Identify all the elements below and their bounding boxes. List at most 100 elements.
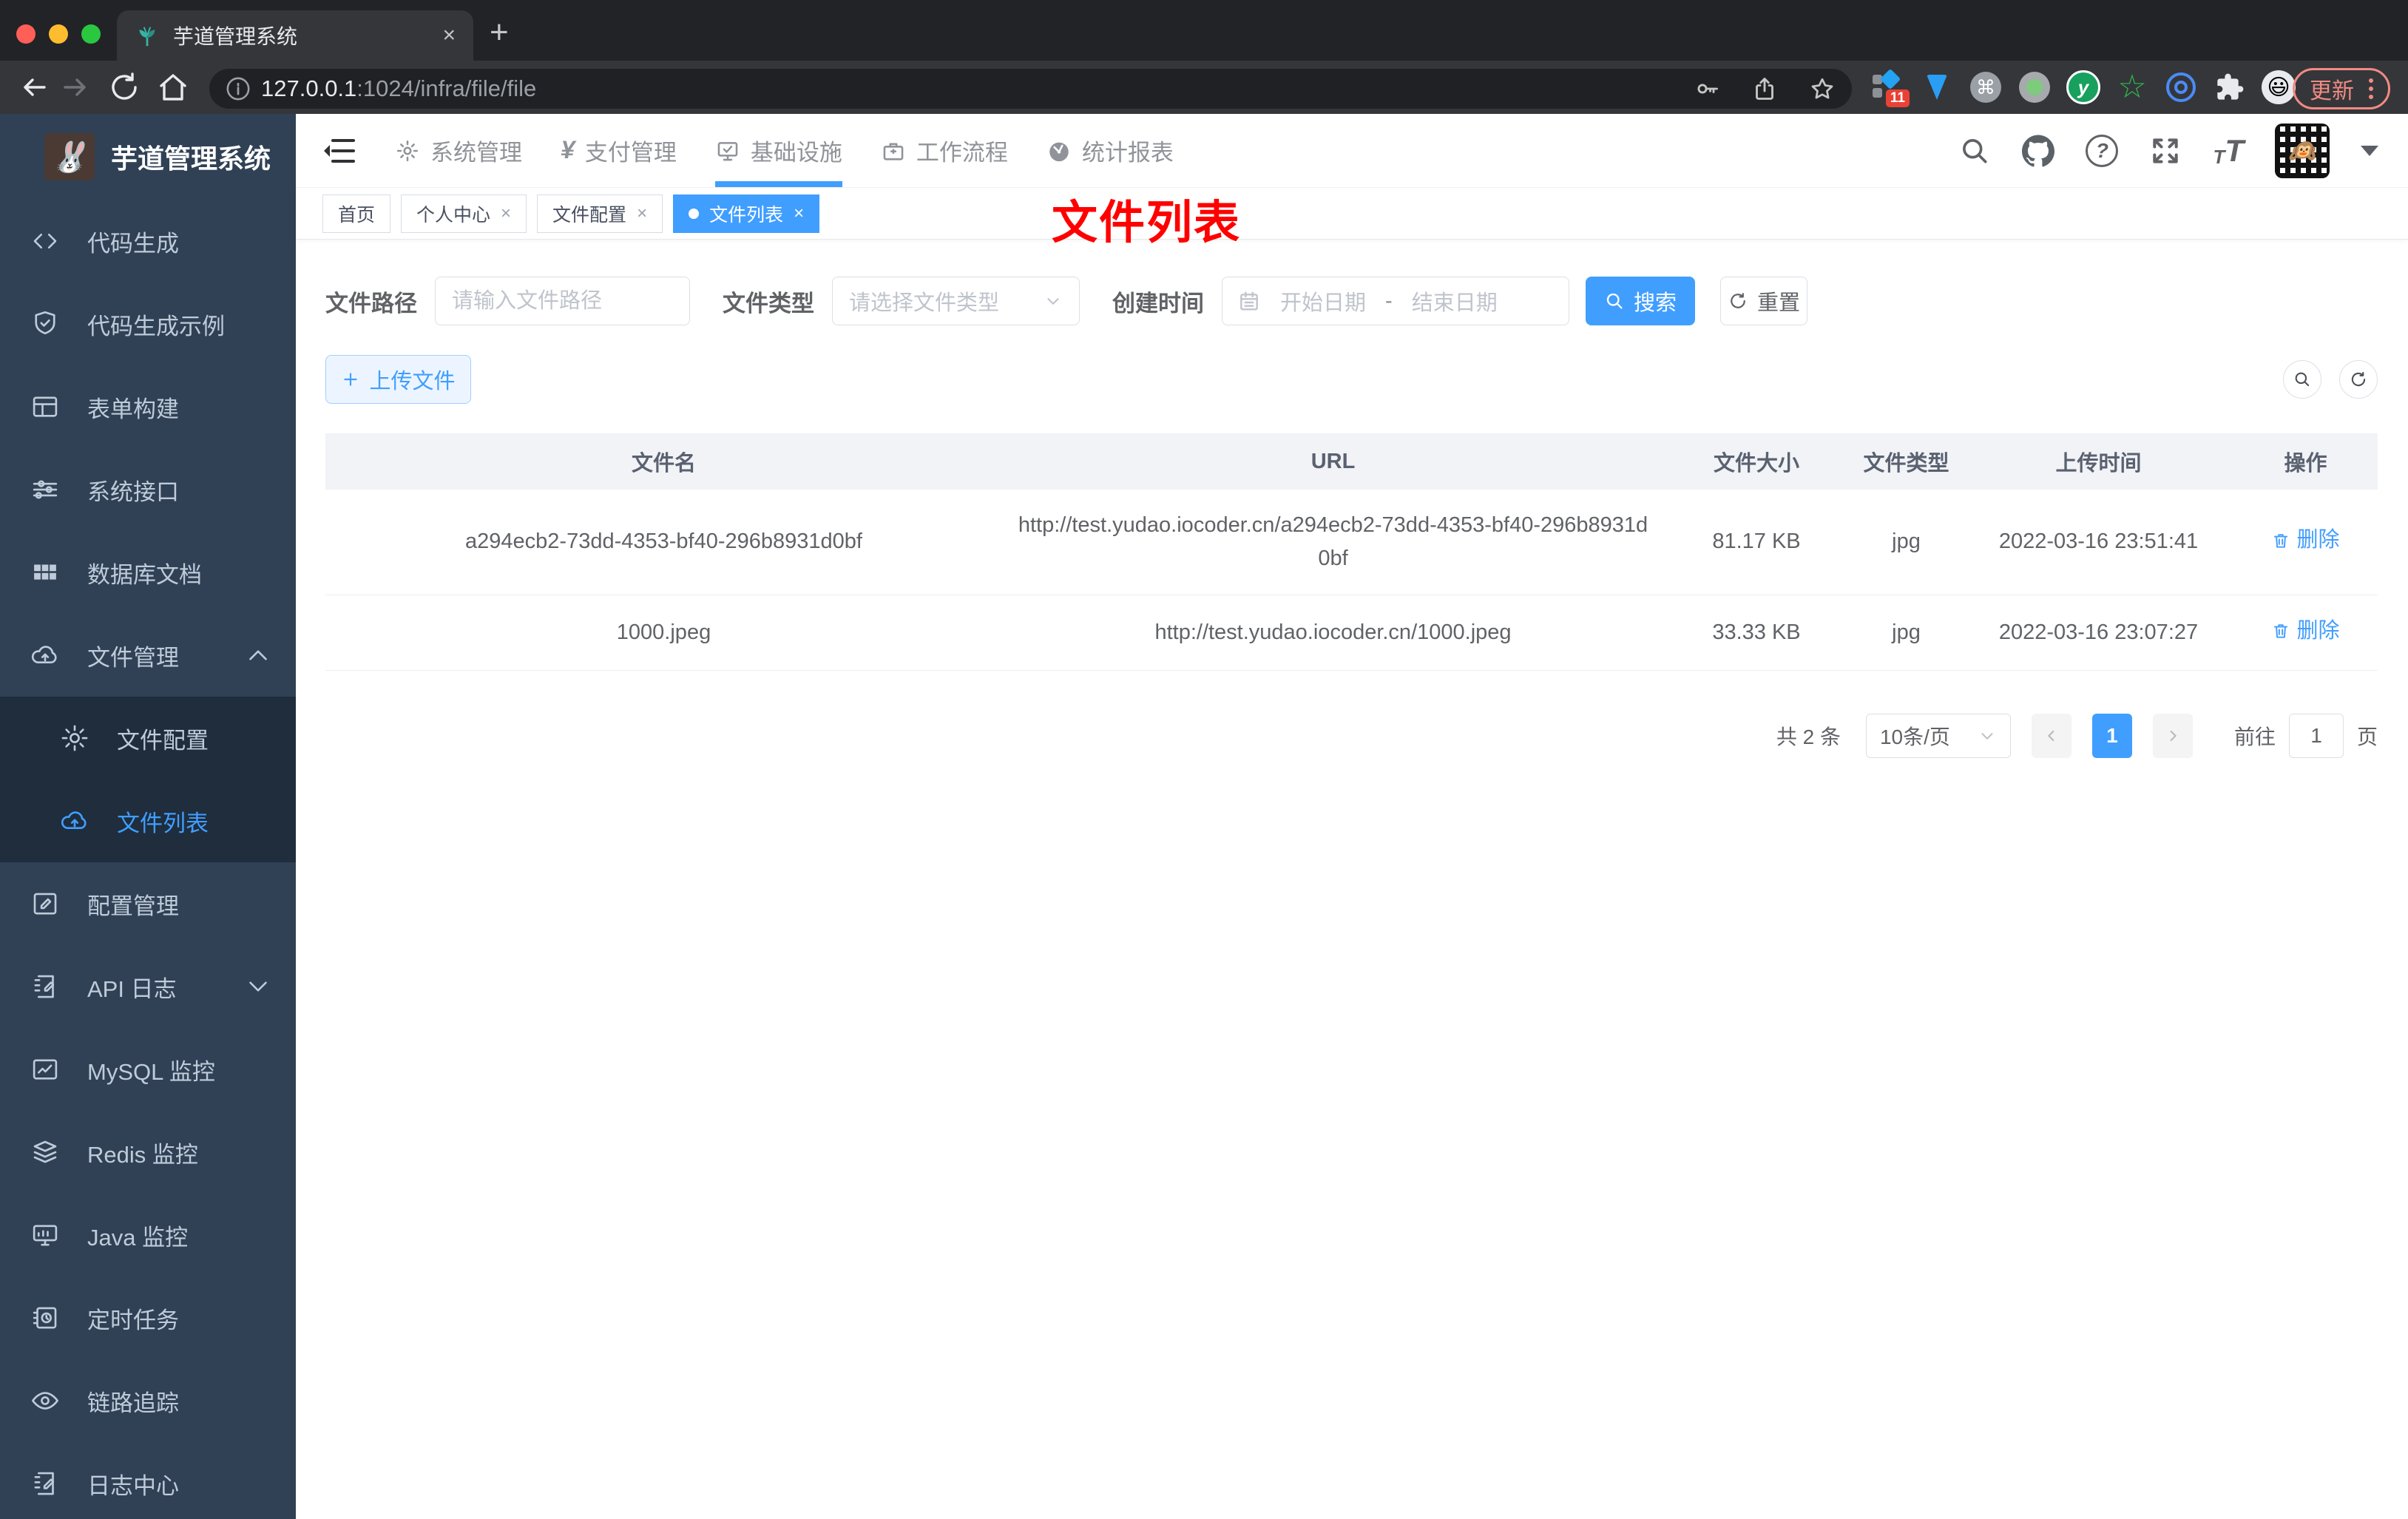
sidebar-item-scheduled-tasks[interactable]: 定时任务 bbox=[0, 1276, 296, 1359]
share-icon[interactable] bbox=[1751, 75, 1778, 102]
sidebar-item-system-api[interactable]: 系统接口 bbox=[0, 448, 296, 531]
sidebar-item-label: Redis 监控 bbox=[87, 1141, 198, 1168]
url-path: :1024/infra/file/file bbox=[356, 75, 537, 101]
bookmark-star-icon[interactable] bbox=[1809, 75, 1836, 102]
page-content: 文件路径 文件类型 请选择文件类型 创建时间 开始日期 - 结束日期 bbox=[296, 240, 2408, 1519]
search-button[interactable]: 搜索 bbox=[1586, 277, 1695, 325]
sidebar-item-file-config[interactable]: 文件配置 bbox=[0, 697, 296, 779]
top-menu-workflow[interactable]: 工作流程 bbox=[881, 114, 1008, 187]
top-menu-system[interactable]: 系统管理 bbox=[395, 114, 522, 187]
forward-icon[interactable] bbox=[58, 70, 93, 105]
tag-label: 个人中心 bbox=[416, 204, 491, 226]
cell-file-name: 1000.jpeg bbox=[325, 595, 1002, 671]
site-info-icon[interactable] bbox=[226, 76, 251, 101]
tab-close-icon[interactable]: × bbox=[442, 24, 456, 47]
url-host: 127.0.0.1 bbox=[261, 75, 357, 101]
help-icon[interactable] bbox=[2086, 135, 2119, 167]
window-minimize-button[interactable] bbox=[49, 24, 68, 44]
start-date-placeholder[interactable]: 开始日期 bbox=[1280, 285, 1366, 317]
delete-button[interactable]: 删除 bbox=[2271, 524, 2340, 557]
page-size-select[interactable]: 10条/页 bbox=[1865, 714, 2011, 759]
sidebar-item-file-management[interactable]: 文件管理 bbox=[0, 614, 296, 697]
table-row: 1000.jpeg http://test.yudao.iocoder.cn/1… bbox=[325, 595, 2378, 671]
font-size-icon[interactable] bbox=[2213, 133, 2244, 169]
sidebar-item-code-demo[interactable]: 代码生成示例 bbox=[0, 283, 296, 365]
show-search-button[interactable] bbox=[2283, 360, 2321, 399]
avatar-caret-icon[interactable] bbox=[2361, 146, 2378, 156]
extensions-row: 11 bbox=[1871, 68, 2296, 107]
window-zoom-button[interactable] bbox=[81, 24, 101, 44]
page-number-1[interactable]: 1 bbox=[2091, 714, 2132, 759]
date-range-picker[interactable]: 开始日期 - 结束日期 bbox=[1222, 277, 1569, 325]
delete-label: 删除 bbox=[2296, 528, 2340, 552]
cloud-upload-icon bbox=[61, 811, 87, 829]
extension-sidekick-icon[interactable]: 11 bbox=[1871, 68, 1910, 107]
refresh-table-button[interactable] bbox=[2339, 360, 2378, 399]
extensions-puzzle-icon[interactable] bbox=[2213, 70, 2247, 104]
tag-file-config[interactable]: 文件配置 × bbox=[537, 194, 663, 233]
top-menu-infrastructure[interactable]: 基础设施 bbox=[714, 114, 842, 187]
reset-button[interactable]: 重置 bbox=[1720, 277, 1807, 325]
extension-command-icon[interactable] bbox=[1969, 70, 2003, 104]
sidebar-item-form-builder[interactable]: 表单构建 bbox=[0, 365, 296, 448]
extension-recorder-icon[interactable] bbox=[2018, 70, 2052, 104]
sidebar-item-redis-monitor[interactable]: Redis 监控 bbox=[0, 1111, 296, 1194]
sidebar-item-java-monitor[interactable]: Java 监控 bbox=[0, 1194, 296, 1276]
tag-close-icon[interactable]: × bbox=[637, 204, 647, 223]
fullscreen-icon[interactable] bbox=[2149, 135, 2182, 167]
file-type-select[interactable]: 请选择文件类型 bbox=[832, 277, 1080, 325]
url-bar[interactable]: 127.0.0.1:1024/infra/file/file bbox=[209, 69, 1852, 109]
upload-file-button[interactable]: 上传文件 bbox=[325, 355, 471, 404]
back-icon[interactable] bbox=[16, 70, 52, 105]
profile-avatar-icon[interactable] bbox=[2262, 70, 2296, 104]
tag-home[interactable]: 首页 bbox=[322, 194, 391, 233]
sidebar-logo[interactable]: 芋道管理系统 bbox=[0, 114, 296, 200]
top-menu-label: 系统管理 bbox=[430, 140, 522, 166]
table-header-row: 文件名 URL 文件大小 文件类型 上传时间 操作 bbox=[325, 433, 2378, 490]
top-menu-payment[interactable]: 支付管理 bbox=[561, 114, 677, 187]
extension-star-icon[interactable] bbox=[2115, 70, 2149, 104]
tag-profile[interactable]: 个人中心 × bbox=[401, 194, 527, 233]
chevron-up-icon bbox=[249, 650, 267, 660]
sidebar-item-config-management[interactable]: 配置管理 bbox=[0, 862, 296, 945]
sidebar-item-mysql-monitor[interactable]: MySQL 监控 bbox=[0, 1028, 296, 1111]
avatar[interactable] bbox=[2275, 124, 2330, 178]
sidebar-item-label: 定时任务 bbox=[87, 1307, 179, 1333]
end-date-placeholder[interactable]: 结束日期 bbox=[1412, 285, 1498, 317]
file-path-input[interactable] bbox=[435, 277, 690, 325]
sidebar-item-tracing[interactable]: 链路追踪 bbox=[0, 1359, 296, 1442]
prev-page-button[interactable] bbox=[2031, 714, 2072, 759]
extension-y-icon[interactable] bbox=[2066, 70, 2100, 104]
browser-update-button[interactable]: 更新 bbox=[2293, 68, 2390, 109]
sidebar-item-code-generation[interactable]: 代码生成 bbox=[0, 200, 296, 283]
home-icon[interactable] bbox=[155, 70, 191, 105]
sidebar-item-db-doc[interactable]: 数据库文档 bbox=[0, 531, 296, 614]
next-page-button[interactable] bbox=[2152, 714, 2193, 759]
select-placeholder: 请选择文件类型 bbox=[849, 291, 1000, 315]
eye-icon bbox=[32, 1392, 58, 1410]
goto-page-input[interactable] bbox=[2288, 714, 2344, 759]
browser-tab[interactable]: 芋道管理系统 × bbox=[117, 10, 473, 61]
new-tab-button[interactable]: + bbox=[490, 16, 509, 49]
window-close-button[interactable] bbox=[16, 24, 35, 44]
search-icon[interactable] bbox=[1958, 135, 1991, 167]
extension-eye-icon[interactable] bbox=[2164, 70, 2198, 104]
cell-url: http://test.yudao.iocoder.cn/1000.jpeg bbox=[1002, 595, 1664, 671]
sidebar-item-file-list[interactable]: 文件列表 bbox=[0, 779, 296, 862]
collapse-sidebar-icon[interactable] bbox=[322, 133, 358, 169]
github-icon[interactable] bbox=[2022, 135, 2055, 167]
top-menu-reports[interactable]: 统计报表 bbox=[1046, 114, 1174, 187]
tags-bar: 首页 个人中心 × 文件配置 × 文件列表 × bbox=[296, 188, 2408, 240]
browser-menu-icon[interactable] bbox=[2369, 87, 2373, 91]
sidebar-item-api-log[interactable]: API 日志 bbox=[0, 945, 296, 1028]
password-key-icon[interactable] bbox=[1694, 75, 1720, 102]
reload-icon[interactable] bbox=[106, 70, 142, 105]
grid-icon bbox=[34, 564, 56, 580]
tag-close-icon[interactable]: × bbox=[501, 204, 511, 223]
tag-file-list[interactable]: 文件列表 × bbox=[673, 194, 820, 233]
delete-button[interactable]: 删除 bbox=[2271, 615, 2340, 648]
screen: 芋道管理系统 × + 127.0.0.1:1024/infra/file/fil… bbox=[0, 0, 2408, 1519]
sidebar-item-log-center[interactable]: 日志中心 bbox=[0, 1442, 296, 1519]
tag-close-icon[interactable]: × bbox=[794, 204, 804, 223]
extension-gem-icon[interactable] bbox=[1920, 70, 1954, 104]
